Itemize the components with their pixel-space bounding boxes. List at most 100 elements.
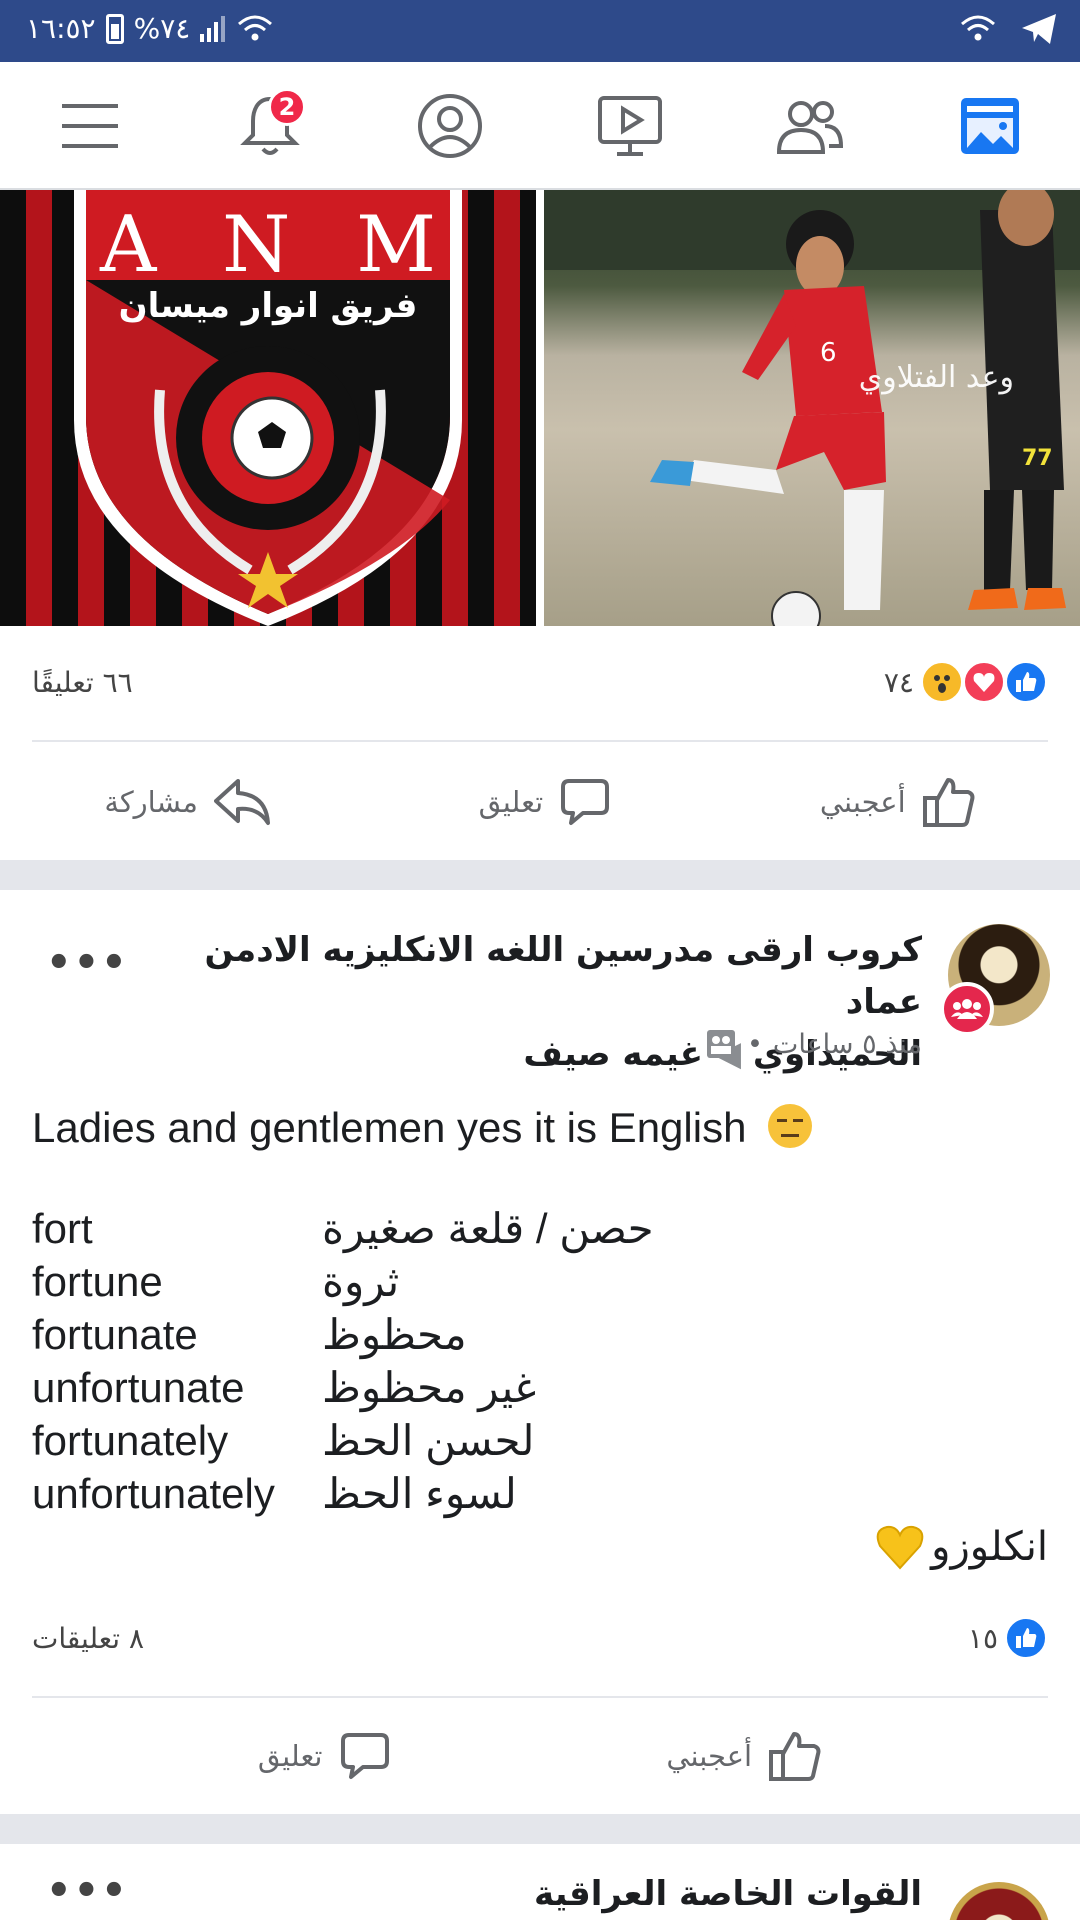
comment-count[interactable]: ٨ تعليقات — [32, 1622, 144, 1655]
share-label: مشاركة — [104, 785, 198, 819]
like-label: أعجبني — [666, 1739, 753, 1773]
battery-level: %٧٤ — [133, 12, 191, 45]
page-avatar[interactable] — [948, 1882, 1050, 1920]
signoff-text: انكلوزو — [931, 1524, 1048, 1570]
post-stats-row: ٨ تعليقات ١٥ — [32, 1608, 1048, 1668]
notifications-tab[interactable]: 2 — [230, 88, 310, 162]
vocab-english: fortunate — [32, 1310, 198, 1358]
like-reaction-icon — [1004, 660, 1048, 704]
profile-icon — [418, 94, 482, 158]
more-options-icon[interactable]: ••• — [46, 1872, 129, 1914]
next-post-header: القوات الخاصة العراقية ••• — [0, 1872, 1080, 1920]
like-reaction-icon — [1004, 1616, 1048, 1660]
post-time[interactable]: منذ ٥ ساعات — [773, 1029, 922, 1060]
wifi-icon — [238, 15, 273, 40]
logo-letter: N — [222, 200, 291, 290]
comment-button[interactable]: تعليق — [479, 777, 612, 827]
post-signoff: انكلوزو — [875, 1524, 1048, 1570]
vocab-arabic: ثروة — [322, 1258, 400, 1305]
vocab-english: fortune — [32, 1257, 163, 1305]
vocab-row: unfortunately لسوء الحظ — [32, 1467, 1048, 1520]
share-icon — [213, 779, 270, 825]
comment-label: تعليق — [478, 785, 544, 819]
vocab-row: fortunate محظوظ — [32, 1308, 1048, 1361]
group-icon — [940, 982, 994, 1036]
vocab-arabic: غير محظوظ — [322, 1364, 537, 1411]
group-privacy-icon — [706, 1030, 735, 1058]
post-action-bar: مشاركة تعليق أعجبني — [0, 752, 1080, 852]
vocab-english: fort — [32, 1204, 93, 1252]
like-button[interactable]: أعجبني — [666, 1730, 822, 1782]
vocab-arabic: محظوظ — [322, 1311, 467, 1358]
vocab-english: fortunately — [32, 1416, 229, 1464]
top-nav-bar: 2 — [0, 62, 1080, 190]
reaction-summary[interactable]: ١٥ — [968, 1616, 1048, 1660]
video-icon — [598, 96, 662, 156]
like-label: أعجبني — [819, 785, 906, 819]
vocab-row: fortunately لحسن الحظ — [32, 1414, 1048, 1467]
comment-label: تعليق — [257, 1739, 323, 1773]
comment-icon — [561, 779, 610, 825]
signal-icon — [200, 15, 226, 42]
news-feed-tab[interactable] — [950, 90, 1030, 162]
wow-reaction-icon — [920, 660, 964, 704]
news-feed-icon — [961, 98, 1019, 154]
groups-tab[interactable] — [770, 90, 850, 162]
vocab-arabic: لسوء الحظ — [322, 1470, 517, 1517]
vocab-english: unfortunately — [32, 1469, 275, 1517]
post-action-bar: تعليق أعجبني — [0, 1706, 1080, 1806]
status-bar: ١٦:٥٢ %٧٤ — [0, 0, 1080, 62]
page-name[interactable]: القوات الخاصة العراقية — [534, 1874, 922, 1914]
logo-letter: M — [356, 200, 436, 290]
comment-icon — [340, 1733, 389, 1779]
player-photo[interactable]: 6 77 وعد الفتلاوي — [544, 190, 1080, 626]
post-body: Ladies and gentlemen yes it is English f… — [32, 1098, 1048, 1520]
vocab-row: fort حصن / قلعة صغيرة — [32, 1202, 1048, 1255]
profile-tab[interactable] — [410, 90, 490, 162]
menu-tab[interactable] — [50, 90, 130, 162]
wifi-icon — [961, 15, 995, 41]
group-name[interactable]: كروب ارقى مدرسين اللغه الانكليزيه الادمن… — [182, 924, 922, 1028]
jersey-number: 77 — [1022, 446, 1053, 471]
team-logo-photo[interactable]: A N M فريق انوار ميسان — [0, 190, 536, 626]
logo-team-name: فريق انوار ميسان — [118, 286, 418, 326]
photo-watermark: وعد الفتلاوي — [858, 360, 1014, 395]
thumbs-up-icon — [922, 778, 975, 827]
comment-count[interactable]: ٦٦ تعليقًا — [32, 666, 133, 699]
yellow-heart-icon — [876, 1525, 924, 1570]
vocab-row: fortune ثروة — [32, 1255, 1048, 1308]
post-intro: Ladies and gentlemen yes it is English — [32, 1104, 747, 1151]
vocabulary-list: fort حصن / قلعة صغيرة fortune ثروة fortuna… — [32, 1202, 1048, 1520]
reaction-summary[interactable]: ٧٤ — [884, 660, 1048, 704]
reaction-count: ١٥ — [967, 1621, 998, 1655]
telegram-icon — [1022, 14, 1056, 44]
like-button[interactable]: أعجبني — [820, 776, 976, 828]
logo-letter: A — [100, 200, 157, 290]
battery-icon — [105, 13, 124, 44]
divider — [32, 1696, 1048, 1698]
post-header: كروب ارقى مدرسين اللغه الانكليزيه الادمن… — [0, 924, 1080, 1074]
notification-badge: 2 — [268, 88, 306, 126]
dot-separator: • — [746, 1028, 763, 1060]
divider — [32, 740, 1048, 742]
post-photo-grid: A N M فريق انوار ميسان 6 77 وعد الفتلاوي — [0, 190, 1080, 626]
hamburger-icon — [62, 104, 118, 148]
more-options-icon[interactable]: ••• — [46, 940, 129, 986]
watch-tab[interactable] — [590, 90, 670, 162]
thumbs-up-icon — [769, 1732, 821, 1781]
player-figure — [544, 190, 1080, 626]
comment-button[interactable]: تعليق — [258, 1731, 391, 1781]
vocab-row: unfortunate غير محظوظ — [32, 1361, 1048, 1414]
reaction-count: ٧٤ — [883, 665, 914, 699]
post-separator — [0, 860, 1080, 890]
clock: ١٦:٥٢ — [26, 12, 96, 45]
share-button[interactable]: مشاركة — [104, 777, 270, 827]
post-separator — [0, 1814, 1080, 1844]
author-name[interactable]: غيمه صيف — [523, 1034, 703, 1074]
expressionless-emoji-icon — [768, 1104, 813, 1148]
post-stats-row: ٦٦ تعليقًا ٧٤ — [32, 652, 1048, 712]
post-meta: منذ ٥ ساعات • — [705, 1028, 922, 1060]
vocab-arabic: لحسن الحظ — [322, 1417, 535, 1464]
love-reaction-icon — [962, 660, 1006, 704]
friends-icon — [776, 101, 844, 154]
